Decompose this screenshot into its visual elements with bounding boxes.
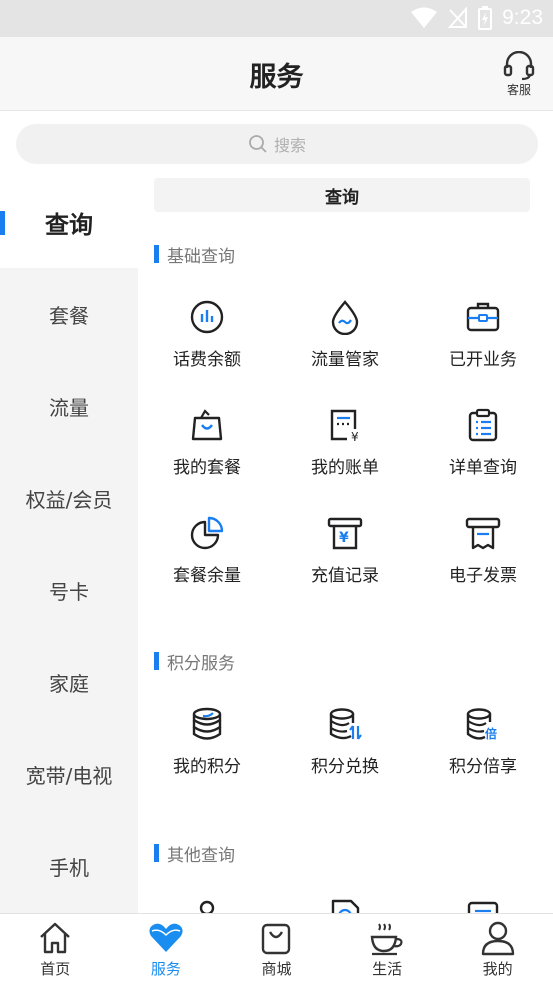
- heart-icon: [149, 923, 183, 952]
- section-title-basic: 基础查询: [154, 244, 235, 267]
- clipboard-list-icon: [468, 408, 498, 442]
- grid-label: 详单查询: [449, 458, 517, 478]
- nav-life[interactable]: 生活: [332, 914, 443, 983]
- bag-icon: [262, 923, 291, 955]
- status-bar: 9:23: [0, 0, 553, 37]
- nav-service[interactable]: 服务: [111, 914, 222, 983]
- status-time: 9:23: [502, 6, 543, 29]
- grid-label: 电子发票: [449, 566, 517, 586]
- signal-off-icon: [448, 7, 468, 28]
- briefcase-icon: [466, 302, 500, 332]
- sidebar-item-benefits[interactable]: 权益/会员: [0, 452, 138, 544]
- grid-item-other-3[interactable]: [414, 898, 552, 913]
- grid-item-other-2[interactable]: [276, 898, 414, 913]
- grid-item-points-multiply[interactable]: 倍 积分倍享: [414, 706, 552, 796]
- sidebar-item-sim-card[interactable]: 号卡: [0, 544, 138, 636]
- section-title-other: 其他查询: [154, 843, 235, 866]
- grid-item-active-services[interactable]: 已开业务: [414, 299, 552, 389]
- section-title-text: 基础查询: [167, 246, 235, 267]
- sidebar-item-data[interactable]: 流量: [0, 360, 138, 452]
- sidebar-item-package[interactable]: 套餐: [0, 268, 138, 360]
- grid-label: 积分倍享: [449, 757, 517, 777]
- points-multiply-icon: 倍: [466, 708, 497, 741]
- nav-label: 商城: [261, 960, 292, 978]
- grid-item-my-package[interactable]: 我的套餐: [138, 407, 276, 497]
- content-panel: 查询 基础查询 话费余额 流量管家 已开业务 我的套餐 ¥ 我的账单 详单查询 …: [138, 176, 553, 913]
- grid-label: 流量管家: [311, 350, 379, 370]
- grid-label: 我的套餐: [173, 458, 241, 478]
- customer-service-label: 客服: [506, 83, 531, 97]
- pie-chart-icon: [190, 516, 224, 550]
- sidebar-item-family[interactable]: 家庭: [0, 636, 138, 728]
- section-marker: [154, 245, 159, 263]
- sidebar-item-phone[interactable]: 手机: [0, 820, 138, 912]
- grid-label: 套餐余量: [173, 566, 241, 586]
- category-sidebar: 查询 套餐 流量 权益/会员 号卡 家庭 宽带/电视 手机: [0, 176, 138, 913]
- search-input[interactable]: 搜索: [16, 124, 538, 164]
- battery-charging-icon: [478, 6, 493, 30]
- shopping-bag-icon: [191, 409, 223, 441]
- grid-label: 我的积分: [173, 757, 241, 777]
- nav-home[interactable]: 首页: [0, 914, 111, 983]
- bill-icon: ¥: [330, 409, 359, 443]
- nav-label: 首页: [40, 960, 71, 978]
- search-icon: [249, 135, 267, 153]
- bottom-nav: 首页 服务 商城 生活 我的: [0, 913, 553, 983]
- person-icon: [199, 900, 215, 913]
- headset-icon: [503, 51, 535, 81]
- app-header: 服务 客服: [0, 37, 553, 111]
- grid-item-data-manager[interactable]: 流量管家: [276, 299, 414, 389]
- grid-label: 充值记录: [311, 566, 379, 586]
- document-icon: [331, 899, 360, 913]
- svg-text:¥: ¥: [351, 430, 359, 443]
- coffee-cup-icon: [370, 923, 403, 956]
- tab-query[interactable]: 查询: [154, 178, 530, 212]
- recharge-icon: ¥: [327, 517, 363, 550]
- points-multiply-badge: 倍: [485, 726, 497, 741]
- customer-service-button[interactable]: 客服: [499, 51, 539, 98]
- grid-item-package-remaining[interactable]: 套餐余量: [138, 515, 276, 605]
- home-icon: [40, 922, 71, 954]
- nav-label: 我的: [482, 960, 513, 978]
- nav-label: 生活: [372, 960, 403, 978]
- grid-label: 我的账单: [311, 458, 379, 478]
- grid-item-other-1[interactable]: [138, 898, 276, 913]
- coin-stack-icon: [192, 707, 222, 740]
- section-marker: [154, 652, 159, 670]
- wifi-icon: [411, 7, 438, 28]
- svg-text:¥: ¥: [339, 530, 349, 546]
- nav-mine[interactable]: 我的: [442, 914, 553, 983]
- section-title-text: 其他查询: [167, 845, 235, 866]
- chart-circle-icon: [190, 300, 224, 334]
- grid-item-recharge-records[interactable]: ¥ 充值记录: [276, 515, 414, 605]
- search-placeholder: 搜索: [273, 136, 306, 155]
- list-card-icon: [467, 901, 499, 913]
- nav-label: 服务: [150, 960, 181, 978]
- grid-item-balance[interactable]: 话费余额: [138, 299, 276, 389]
- page-title: 服务: [249, 62, 304, 93]
- grid-item-my-bill[interactable]: ¥ 我的账单: [276, 407, 414, 497]
- section-marker: [154, 844, 159, 862]
- grid-label: 积分兑换: [311, 757, 379, 777]
- sidebar-item-query[interactable]: 查询: [0, 176, 138, 268]
- grid-item-call-details[interactable]: 详单查询: [414, 407, 552, 497]
- grid-label: 话费余额: [173, 350, 241, 370]
- nav-mall[interactable]: 商城: [221, 914, 332, 983]
- grid-item-e-invoice[interactable]: 电子发票: [414, 515, 552, 605]
- drop-icon: [331, 300, 359, 335]
- user-icon: [481, 921, 514, 956]
- sidebar-item-broadband-tv[interactable]: 宽带/电视: [0, 728, 138, 820]
- section-title-text: 积分服务: [167, 653, 235, 674]
- grid-item-points-exchange[interactable]: 积分兑换: [276, 706, 414, 796]
- points-exchange-icon: [329, 708, 362, 740]
- section-title-points: 积分服务: [154, 651, 235, 674]
- grid-label: 已开业务: [449, 350, 517, 370]
- invoice-icon: [465, 517, 501, 550]
- grid-item-my-points[interactable]: 我的积分: [138, 706, 276, 796]
